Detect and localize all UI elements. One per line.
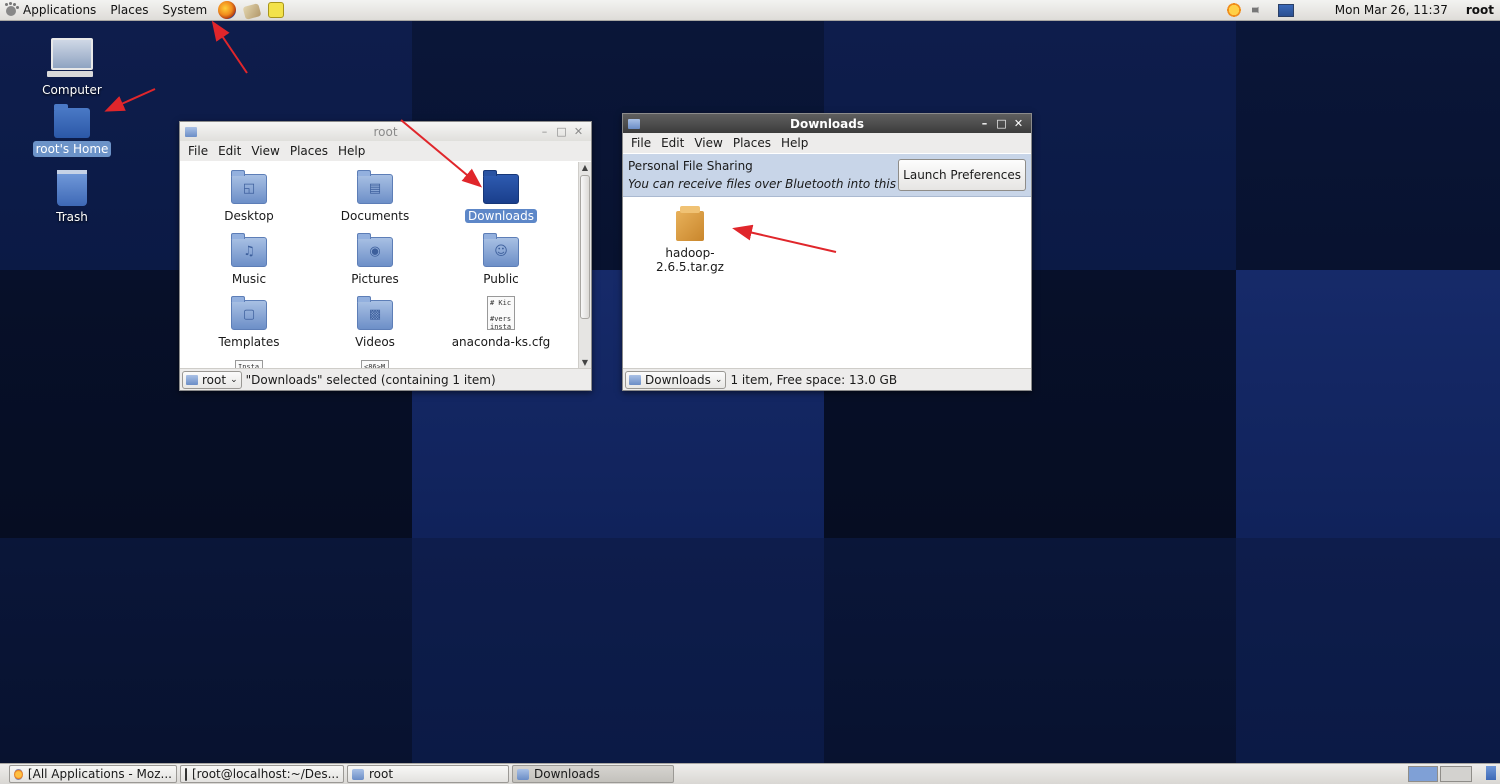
text-file-icon: # Kic #vers insta <box>487 296 515 330</box>
root-window: root – □ ✕ File Edit View Places Help ◱ … <box>179 121 592 391</box>
workspace-2[interactable] <box>1440 766 1472 782</box>
downloads-menubar: File Edit View Places Help <box>623 133 1031 153</box>
root-statusbar: root ⌄ "Downloads" selected (containing … <box>180 368 591 390</box>
bottom-panel: [All Applications - Moz... [root@localho… <box>0 763 1500 784</box>
vertical-scrollbar[interactable]: ▲ ▼ <box>578 162 591 369</box>
scroll-thumb[interactable] <box>580 175 590 319</box>
public-folder-icon: ☺ <box>483 233 519 267</box>
folder-icon <box>186 374 198 385</box>
root-menubar: File Edit View Places Help <box>180 141 591 161</box>
file-item[interactable]: ◉ Pictures <box>320 233 430 286</box>
status-text: "Downloads" selected (containing 1 item) <box>245 372 496 387</box>
menu-view[interactable]: View <box>689 136 727 150</box>
top-panel: Applications Places System Mon Mar 26, 1… <box>0 0 1500 21</box>
desktop-folder-icon: ◱ <box>231 170 267 204</box>
menu-view[interactable]: View <box>246 144 284 158</box>
trash-applet-icon[interactable] <box>1486 766 1496 780</box>
folder-icon <box>629 374 641 385</box>
volume-icon[interactable] <box>1251 2 1264 18</box>
file-item[interactable]: ♫ Music <box>194 233 304 286</box>
launch-preferences-button[interactable]: Launch Preferences <box>898 159 1026 191</box>
trash-icon <box>57 170 87 206</box>
music-folder-icon: ♫ <box>231 233 267 267</box>
menu-edit[interactable]: Edit <box>656 136 689 150</box>
pictures-folder-icon: ◉ <box>357 233 393 267</box>
videos-folder-icon: ▩ <box>357 296 393 330</box>
minimize-button[interactable]: – <box>976 116 993 131</box>
folder-icon <box>352 768 364 780</box>
home-folder-icon <box>54 104 90 138</box>
desktop-home[interactable]: root's Home <box>32 104 112 157</box>
path-button-root[interactable]: root ⌄ <box>182 370 242 389</box>
file-item[interactable]: ▢ Templates <box>194 296 304 349</box>
workspace-1[interactable] <box>1408 766 1438 782</box>
downloads-icon-view[interactable]: hadoop-2.6.5.tar.gz <box>623 197 1031 369</box>
menu-help[interactable]: Help <box>333 144 370 158</box>
task-root[interactable]: root <box>347 765 509 783</box>
infobar-message: You can receive files over Bluetooth int… <box>628 177 935 191</box>
folder-icon <box>517 768 529 780</box>
scroll-up-icon[interactable]: ▲ <box>579 162 591 174</box>
path-button-downloads[interactable]: Downloads ⌄ <box>625 370 727 389</box>
maximize-button[interactable]: □ <box>553 124 570 139</box>
menu-edit[interactable]: Edit <box>213 144 246 158</box>
file-item[interactable]: ▩ Videos <box>320 296 430 349</box>
menu-places[interactable]: Places <box>285 144 333 158</box>
templates-folder-icon: ▢ <box>231 296 267 330</box>
menu-help[interactable]: Help <box>776 136 813 150</box>
maximize-button[interactable]: □ <box>993 116 1010 131</box>
file-item[interactable]: ◱ Desktop <box>194 170 304 223</box>
file-item[interactable]: Downloads <box>446 170 556 223</box>
menu-places[interactable]: Places <box>728 136 776 150</box>
downloads-statusbar: Downloads ⌄ 1 item, Free space: 13.0 GB <box>623 368 1031 390</box>
clock[interactable]: Mon Mar 26, 11:37 <box>1335 3 1448 17</box>
computer-icon <box>47 38 93 77</box>
close-button[interactable]: ✕ <box>570 124 587 139</box>
menu-file[interactable]: File <box>183 144 213 158</box>
network-icon[interactable] <box>1277 3 1294 17</box>
task-downloads[interactable]: Downloads <box>512 765 674 783</box>
downloads-titlebar[interactable]: Downloads – □ ✕ <box>623 114 1031 133</box>
file-item[interactable]: ☺ Public <box>446 233 556 286</box>
file-item[interactable]: hadoop-2.6.5.tar.gz <box>635 206 745 274</box>
desktop-trash[interactable]: Trash <box>32 170 112 225</box>
status-text: 1 item, Free space: 13.0 GB <box>730 372 898 387</box>
minimize-button[interactable]: – <box>536 124 553 139</box>
gnome-foot-icon <box>4 3 18 17</box>
file-item[interactable]: # Kic #vers insta anaconda-ks.cfg <box>446 296 556 349</box>
system-menu[interactable]: System <box>155 0 214 20</box>
file-sharing-infobar: Personal File Sharing You can receive fi… <box>623 154 1031 197</box>
folder-icon <box>185 126 197 137</box>
menu-file[interactable]: File <box>626 136 656 150</box>
window-title: Downloads <box>789 116 865 131</box>
places-menu[interactable]: Places <box>103 0 155 20</box>
root-icon-view[interactable]: ◱ Desktop ▤ Documents Downloads ♫ Music … <box>180 162 579 369</box>
mail-icon[interactable] <box>242 3 262 20</box>
panel-tray: Mon Mar 26, 11:37 root <box>1221 0 1500 20</box>
task-terminal[interactable]: [root@localhost:~/Des... <box>180 765 344 783</box>
downloads-window: Downloads – □ ✕ File Edit View Places He… <box>622 113 1032 391</box>
root-titlebar[interactable]: root – □ ✕ <box>180 122 591 141</box>
window-title: root <box>373 124 398 139</box>
desktop-computer[interactable]: Computer <box>32 38 112 98</box>
user-menu[interactable]: root <box>1466 3 1494 17</box>
terminal-icon <box>185 767 187 781</box>
folder-icon <box>628 118 640 129</box>
chevron-down-icon: ⌄ <box>230 374 238 385</box>
firefox-icon[interactable] <box>218 1 237 19</box>
applications-menu[interactable]: Applications <box>0 0 103 20</box>
note-icon[interactable] <box>268 2 285 18</box>
firefox-icon <box>14 768 23 780</box>
close-button[interactable]: ✕ <box>1010 116 1027 131</box>
archive-file-icon <box>676 206 704 241</box>
task-firefox[interactable]: [All Applications - Moz... <box>9 765 177 783</box>
chevron-down-icon: ⌄ <box>714 374 723 385</box>
infobar-title: Personal File Sharing <box>628 159 753 173</box>
updates-icon[interactable] <box>1225 2 1242 18</box>
documents-folder-icon: ▤ <box>357 170 393 204</box>
downloads-folder-icon <box>483 170 519 204</box>
file-item[interactable]: ▤ Documents <box>320 170 430 223</box>
